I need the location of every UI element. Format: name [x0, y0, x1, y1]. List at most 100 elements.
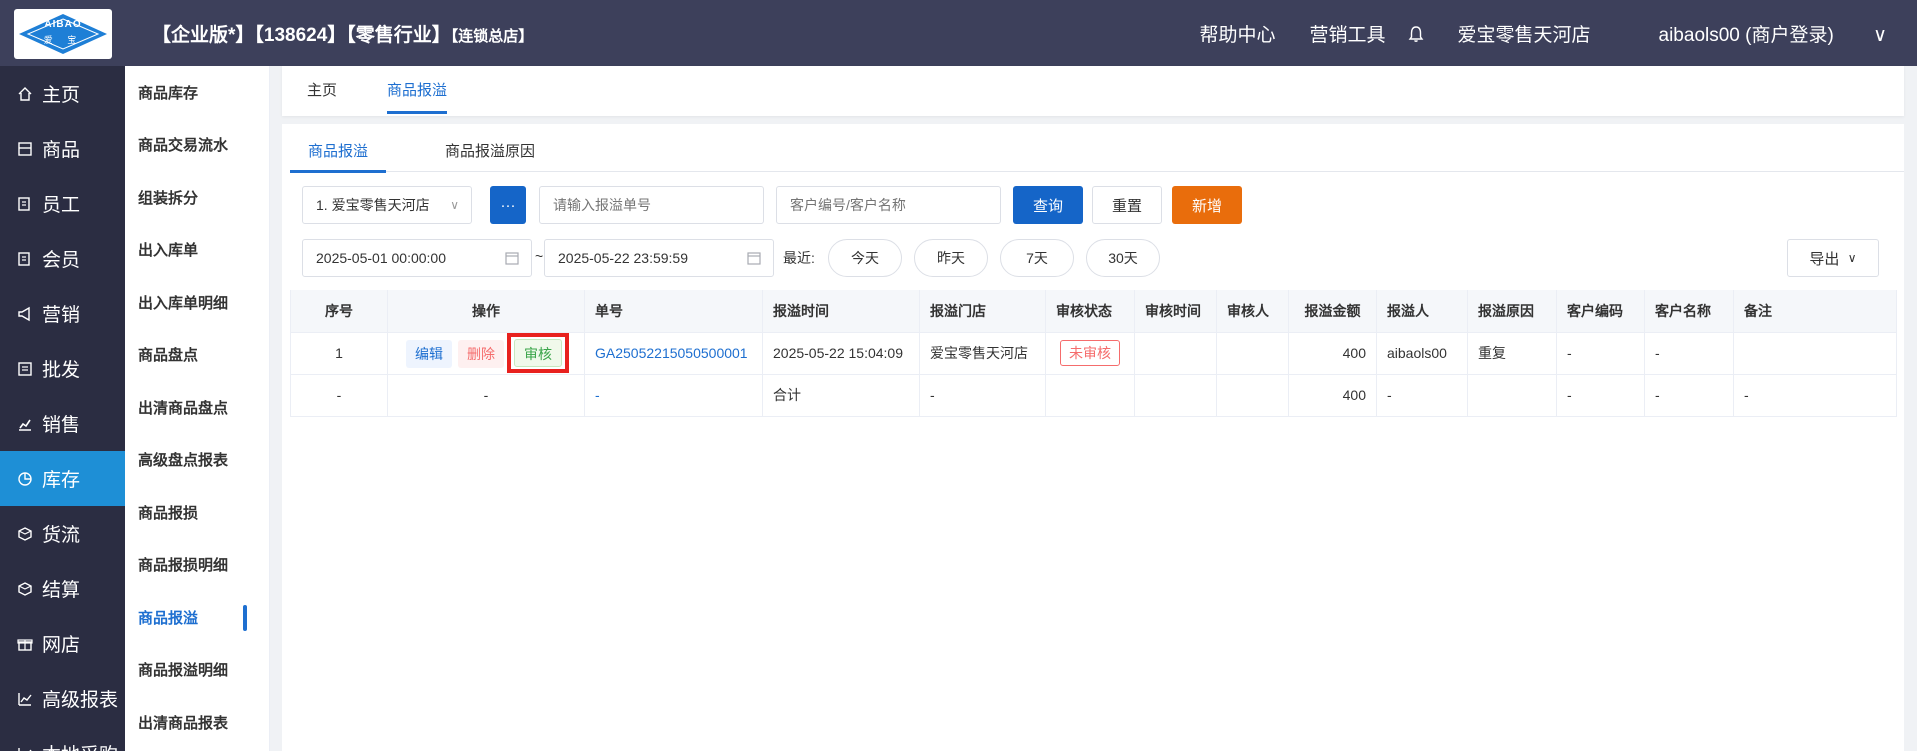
nav-label: 会员 — [42, 250, 81, 271]
nav-item-goods[interactable]: 商品 — [0, 121, 125, 176]
col-header: 操作 — [387, 290, 585, 333]
subnav-item[interactable]: 高级盘点报表 — [125, 434, 269, 487]
store-more-button[interactable]: ··· — [490, 186, 526, 224]
edit-button[interactable]: 编辑 — [406, 340, 452, 368]
col-header: 审核人 — [1216, 290, 1289, 333]
nav-label: 主页 — [42, 85, 81, 106]
total-order-no: - — [595, 387, 600, 403]
marketing-tools-link[interactable]: 营销工具 — [1309, 20, 1385, 47]
nav-label: 高级报表 — [42, 690, 119, 711]
inner-tab-reasons[interactable]: 商品报溢原因 — [445, 140, 535, 172]
tab-current[interactable]: 商品报溢 — [387, 66, 448, 116]
chart-icon — [16, 415, 34, 433]
nav-item-marketing[interactable]: 营销 — [0, 286, 125, 341]
nav-item-advanced-reports[interactable]: 高级报表 — [0, 671, 125, 726]
inner-tab-overflow[interactable]: 商品报溢 — [308, 140, 368, 172]
nav-label: 本地采购 — [42, 740, 118, 751]
nav-item-home[interactable]: 主页 — [0, 66, 125, 121]
nav-item-wholesale[interactable]: 批发 — [0, 341, 125, 396]
chevron-down-icon: ∨ — [1847, 251, 1857, 265]
subnav-item-active[interactable]: 商品报溢 — [125, 591, 269, 644]
subnav-item[interactable]: 商品库存 — [125, 66, 269, 119]
store-name[interactable]: 爱宝零售天河店 — [1458, 20, 1591, 47]
edition-title-main: 【企业版*】【138624】【零售行业】 — [152, 25, 451, 46]
logo-text: AIBAO — [44, 19, 82, 30]
nav-item-settlement[interactable]: 结算 — [0, 561, 125, 616]
nav-item-staff[interactable]: 员工 — [0, 176, 125, 231]
gift-icon — [16, 635, 34, 653]
recent-label: 最近: — [783, 250, 815, 266]
nav-label: 库存 — [42, 470, 81, 491]
store-select-value: 1. 爱宝零售天河店 — [316, 197, 430, 213]
cell-customer-name: - — [1644, 332, 1734, 375]
cube-icon — [16, 580, 34, 598]
subnav-item[interactable]: 出入库单明细 — [125, 276, 269, 329]
order-no-input[interactable] — [539, 186, 764, 224]
tab-home[interactable]: 主页 — [307, 66, 337, 116]
subnav-item[interactable]: 商品盘点 — [125, 329, 269, 382]
status-badge: 未审核 — [1060, 340, 1120, 366]
date-end-value: 2025-05-22 23:59:59 — [558, 250, 688, 266]
7days-pill[interactable]: 7天 — [1000, 239, 1074, 277]
cell-amount: 400 — [1288, 374, 1377, 417]
delete-button[interactable]: 删除 — [458, 340, 504, 368]
nav-label: 营销 — [42, 305, 81, 326]
subnav-item[interactable]: 商品交易流水 — [125, 119, 269, 172]
table-total-row: - - - 合计 - 400 - - - - — [290, 374, 1897, 417]
subnav-item[interactable]: 出清商品报表 — [125, 696, 269, 749]
cell-customer-code: - — [1556, 332, 1645, 375]
today-pill[interactable]: 今天 — [828, 239, 902, 277]
table-header-row: 序号 操作 单号 报溢时间 报溢门店 审核状态 审核时间 审核人 报溢金额 报溢… — [290, 290, 1897, 333]
yesterday-pill[interactable]: 昨天 — [914, 239, 988, 277]
cell-time: 2025-05-22 15:04:09 — [762, 332, 920, 375]
add-button[interactable]: 新增 — [1172, 186, 1242, 224]
store-select[interactable]: 1. 爱宝零售天河店 ∨ — [302, 186, 472, 224]
30days-pill[interactable]: 30天 — [1086, 239, 1160, 277]
bell-icon[interactable] — [1408, 25, 1424, 43]
nav-item-member[interactable]: 会员 — [0, 231, 125, 286]
audit-button[interactable]: 审核 — [514, 339, 562, 367]
cell-store: - — [919, 374, 1046, 417]
user-menu[interactable]: aibaols00 (商户登录) ∨ — [1625, 20, 1887, 47]
cell-order-no: - — [584, 374, 763, 417]
date-end-input[interactable]: 2025-05-22 23:59:59 — [544, 239, 774, 277]
brand-logo[interactable]: AIBAO 爱 宝 — [14, 9, 112, 59]
cart-icon — [16, 745, 34, 751]
megaphone-icon — [16, 305, 34, 323]
subnav-item[interactable]: 商品报损明细 — [125, 539, 269, 592]
chevron-down-icon: ∨ — [1873, 25, 1887, 46]
nav-label: 网店 — [42, 635, 81, 656]
subnav-item[interactable]: 出清商品盘点 — [125, 381, 269, 434]
nav-item-webshop[interactable]: 网店 — [0, 616, 125, 671]
date-start-input[interactable]: 2025-05-01 00:00:00 — [302, 239, 532, 277]
goods-icon — [16, 140, 34, 158]
export-label: 导出 — [1809, 250, 1840, 268]
cell-index: - — [290, 374, 388, 417]
nav-item-logistics[interactable]: 货流 — [0, 506, 125, 561]
subnav-item[interactable]: 商品报溢明细 — [125, 644, 269, 697]
subnav-item[interactable]: 出入库单 — [125, 224, 269, 277]
cell-order-no: GA25052215050500001 — [584, 332, 763, 375]
subnav-item[interactable]: 商品报损 — [125, 486, 269, 539]
list-icon — [16, 360, 34, 378]
nav-item-sales[interactable]: 销售 — [0, 396, 125, 451]
cell-auditor — [1216, 332, 1289, 375]
cell-index: 1 — [290, 332, 388, 375]
col-header: 审核状态 — [1045, 290, 1135, 333]
col-header: 备注 — [1733, 290, 1897, 333]
nav-item-inventory[interactable]: 库存 — [0, 451, 125, 506]
export-button[interactable]: 导出 ∨ — [1787, 239, 1879, 277]
sub-sidebar: 商品库存 商品交易流水 组装拆分 出入库单 出入库单明细 商品盘点 出清商品盘点… — [125, 66, 270, 751]
col-header: 序号 — [290, 290, 388, 333]
nav-item-local-purchase[interactable]: 本地采购 — [0, 726, 125, 751]
reset-button[interactable]: 重置 — [1092, 186, 1162, 224]
logo-subtext: 爱 宝 — [43, 35, 83, 45]
calendar-icon — [505, 252, 519, 265]
line-chart-icon — [16, 690, 34, 708]
order-no-link[interactable]: GA25052215050500001 — [595, 345, 748, 361]
subnav-item[interactable]: 组装拆分 — [125, 171, 269, 224]
help-center-link[interactable]: 帮助中心 — [1199, 20, 1275, 47]
customer-input[interactable] — [776, 186, 1001, 224]
query-button[interactable]: 查询 — [1013, 186, 1083, 224]
cell-total-label: 合计 — [762, 374, 920, 417]
